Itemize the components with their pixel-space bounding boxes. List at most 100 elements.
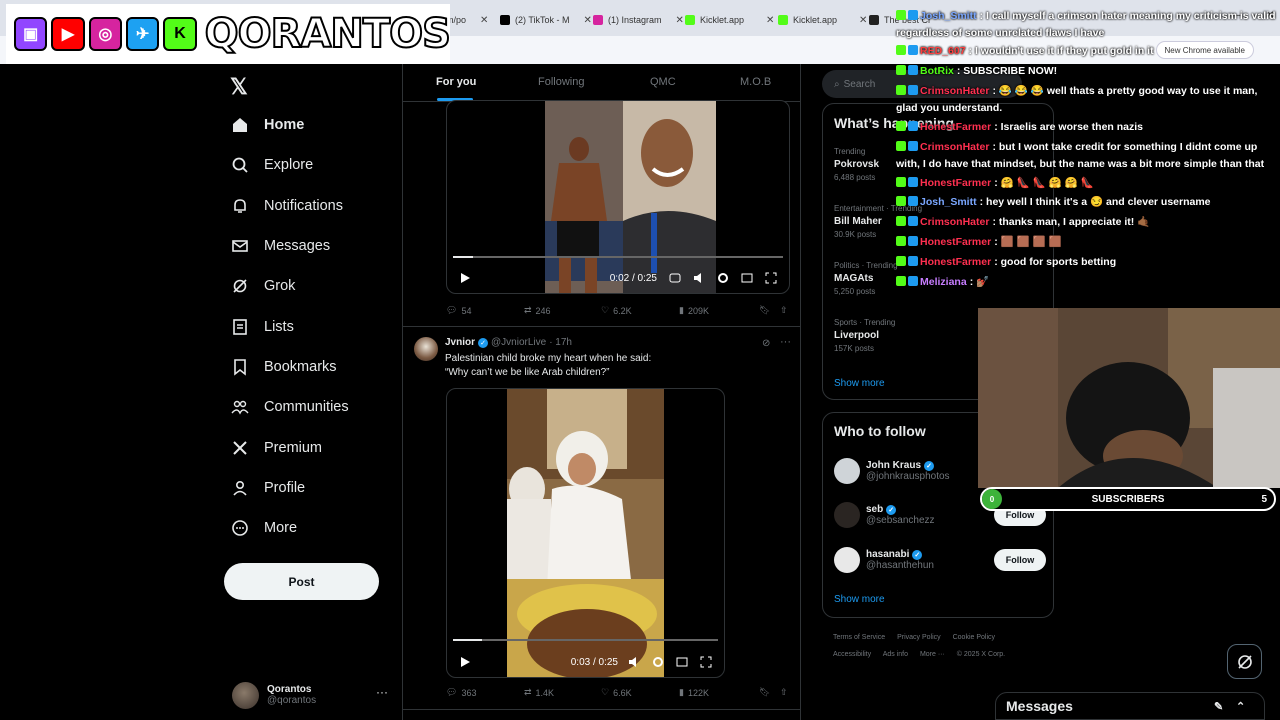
post-time[interactable]: · 17h — [549, 337, 572, 348]
avatar — [834, 547, 860, 573]
mute-icon[interactable] — [626, 654, 642, 670]
author-handle[interactable]: @JvniorLive — [491, 337, 546, 348]
pip-icon[interactable] — [739, 270, 755, 286]
show-more-link[interactable]: Show more — [834, 594, 885, 605]
settings-icon[interactable] — [715, 270, 731, 286]
grok-button[interactable] — [1227, 644, 1262, 679]
sidebar-item-communities[interactable]: Communities — [230, 387, 390, 427]
new-message-icon[interactable]: ✎ — [1214, 700, 1223, 713]
play-icon[interactable] — [457, 654, 473, 670]
footer-link[interactable]: More ··· — [920, 651, 945, 658]
chat-username[interactable]: BotRix — [920, 65, 954, 77]
post-more-icon[interactable]: ··· — [780, 336, 791, 348]
chat-username[interactable]: RED_607 — [920, 45, 966, 57]
reply-button[interactable]: 💬︎ 363 — [446, 687, 476, 698]
repost-button[interactable]: ⇄ 246 — [524, 305, 551, 316]
views-button[interactable]: ▮ 122K — [679, 687, 709, 698]
browser-tab-partial[interactable]: m/po ✕ — [446, 8, 488, 32]
chat-badge-icon — [908, 196, 918, 206]
browser-tab-kicklet-1[interactable]: Kicklet.app ✕ — [685, 8, 774, 32]
pip-icon[interactable] — [674, 654, 690, 670]
video-player[interactable]: 0:02 / 0:25 — [446, 100, 790, 294]
avatar[interactable] — [414, 337, 438, 361]
chat-username[interactable]: HonestFarmer — [920, 256, 991, 268]
instagram-icon — [593, 15, 603, 25]
fullscreen-icon[interactable] — [698, 654, 714, 670]
views-button[interactable]: ▮ 209K — [679, 305, 709, 316]
chat-badge-icon — [908, 65, 918, 75]
trend-item[interactable]: Politics · Trending MAGAts 5,250 posts — [834, 261, 898, 296]
sidebar-item-explore[interactable]: Explore — [230, 145, 390, 185]
fullscreen-icon[interactable] — [763, 270, 779, 286]
play-icon[interactable] — [457, 270, 473, 286]
sidebar-item-profile[interactable]: Profile — [230, 468, 390, 508]
messages-drawer[interactable]: Messages ✎ ⌃ — [995, 692, 1265, 720]
close-icon[interactable]: ✕ — [676, 15, 684, 26]
sidebar-item-notifications[interactable]: Notifications — [230, 186, 390, 226]
captions-icon[interactable] — [667, 270, 683, 286]
close-icon[interactable]: ✕ — [584, 15, 592, 26]
footer-links: Terms of Service Privacy Policy Cookie P… — [833, 629, 1033, 663]
trend-item[interactable]: Trending Pokrovsk 6,488 posts — [834, 147, 879, 182]
chat-username[interactable]: CrimsonHater — [920, 216, 989, 228]
tab-qmc[interactable]: QMC — [650, 76, 676, 88]
footer-link[interactable]: Accessibility — [833, 651, 871, 658]
post-button[interactable]: Post — [224, 563, 379, 600]
chat-username[interactable]: Josh_Smitt — [920, 196, 977, 208]
settings-icon[interactable] — [650, 654, 666, 670]
sidebar-item-more[interactable]: More — [230, 508, 390, 548]
close-icon[interactable]: ✕ — [859, 15, 867, 26]
video-progress[interactable] — [453, 256, 783, 258]
chat-username[interactable]: CrimsonHater — [920, 85, 989, 97]
tab-following[interactable]: Following — [538, 76, 584, 88]
footer-link[interactable]: Ads info — [883, 651, 908, 658]
verified-badge-icon: ✓ — [886, 504, 897, 515]
show-more-link[interactable]: Show more — [834, 378, 885, 389]
sidebar-item-bookmarks[interactable]: Bookmarks — [230, 347, 390, 387]
account-switcher[interactable]: Qorantos @qorantos ··· — [232, 679, 392, 711]
chat-username[interactable]: HonestFarmer — [920, 121, 991, 133]
chat-username[interactable]: CrimsonHater — [920, 141, 989, 153]
footer-link[interactable]: Cookie Policy — [953, 634, 995, 641]
reply-button[interactable]: 💬︎ 54 — [446, 305, 471, 316]
bookmark-icon[interactable]: 🔖︎ — [759, 687, 770, 698]
chat-username[interactable]: HonestFarmer — [920, 177, 991, 189]
chevron-up-icon[interactable]: ⌃ — [1236, 700, 1245, 713]
sidebar-item-premium[interactable]: Premium — [230, 427, 390, 467]
sidebar-item-grok[interactable]: Grok — [230, 266, 390, 306]
follow-button[interactable]: Follow — [994, 549, 1046, 571]
browser-tab-instagram[interactable]: (1) Instagram ✕ — [593, 8, 684, 32]
footer-link[interactable]: Privacy Policy — [897, 634, 941, 641]
bookmark-icon[interactable]: 🔖︎ — [759, 305, 770, 316]
trend-item[interactable]: Sports · Trending Liverpool 157K posts — [834, 318, 895, 353]
close-icon[interactable]: ✕ — [480, 15, 488, 26]
grok-post-icon[interactable]: ⊘ — [762, 338, 770, 349]
like-button[interactable]: ♡ 6.2K — [601, 305, 632, 316]
sidebar-item-lists[interactable]: Lists — [230, 306, 390, 346]
sidebar-item-home[interactable]: Home — [230, 105, 390, 145]
grok-icon — [230, 276, 250, 296]
chat-username[interactable]: Meliziana — [920, 276, 967, 288]
follow-suggestion[interactable]: hasanabi ✓ @hasanthehun Follow — [834, 544, 1046, 576]
chat-text: I wouldn't use it if they put gold in it — [974, 45, 1154, 57]
browser-tab-tiktok[interactable]: (2) TikTok - M ✕ — [500, 8, 592, 32]
volume-icon[interactable] — [691, 270, 707, 286]
tab-for-you[interactable]: For you — [436, 76, 476, 88]
more-dots-icon[interactable]: ··· — [376, 685, 388, 699]
video-player[interactable]: 0:03 / 0:25 — [446, 388, 725, 678]
share-icon[interactable]: ⇧ — [780, 687, 788, 698]
sidebar-item-messages[interactable]: Messages — [230, 226, 390, 266]
browser-tab-kicklet-2[interactable]: Kicklet.app ✕ — [778, 8, 867, 32]
video-progress[interactable] — [453, 639, 718, 641]
like-button[interactable]: ♡ 6.6K — [601, 687, 632, 698]
author-name[interactable]: Jvnior — [445, 337, 475, 348]
close-icon[interactable]: ✕ — [766, 15, 774, 26]
footer-link[interactable]: Terms of Service — [833, 634, 885, 641]
tab-mob[interactable]: M.O.B — [740, 76, 771, 88]
streamer-name: QORANTOS — [204, 10, 452, 58]
x-logo-icon[interactable]: 𝕏 — [230, 74, 248, 100]
repost-button[interactable]: ⇄ 1.4K — [524, 687, 554, 698]
chat-username[interactable]: HonestFarmer — [920, 236, 991, 248]
chat-username[interactable]: Josh_Smitt — [920, 10, 977, 22]
share-icon[interactable]: ⇧ — [780, 305, 788, 316]
